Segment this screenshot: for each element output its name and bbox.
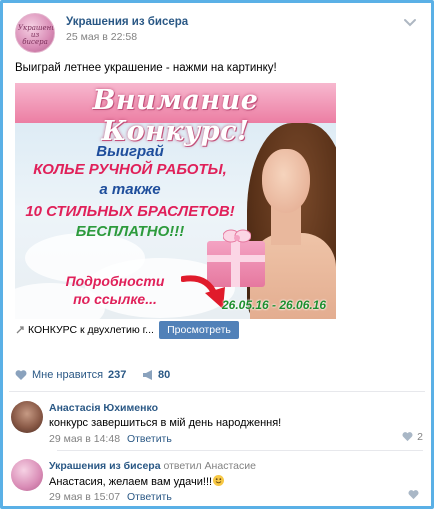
heart-icon — [408, 490, 419, 500]
likes-count[interactable]: 237 — [108, 369, 126, 381]
banner-title: Внимание Конкурс! — [92, 85, 259, 147]
banner-line-also: а также — [99, 181, 161, 198]
banner-details-line2: по ссылке... — [73, 291, 157, 307]
banner-line-win: Выиграй — [96, 143, 164, 160]
attached-link-title[interactable]: КОНКУРС к двухлетию г... — [28, 324, 154, 336]
reply-link[interactable]: Ответить — [127, 433, 172, 445]
comment-text: Анастасия, желаем вам удачи!!! — [49, 475, 225, 488]
group-avatar[interactable]: Украшения из бисера — [15, 13, 55, 53]
comment-divider — [57, 450, 423, 451]
contest-banner-image[interactable]: Внимание Конкурс! Выиграй КОЛЬЕ РУЧНОЙ Р… — [15, 83, 336, 319]
comment-like[interactable]: 2 — [402, 431, 423, 443]
banner-dates: 26.05.16 - 26.06.16 — [222, 298, 327, 312]
attached-link-row: КОНКУРС к двухлетию г... Просмотреть — [15, 321, 419, 341]
commenter-avatar[interactable] — [11, 459, 43, 491]
comment-date[interactable]: 29 мая в 15:07 — [49, 491, 120, 503]
post-header: Украшения из бисера Украшения из бисера … — [15, 13, 419, 53]
reply-target[interactable]: ответил Анастасие — [163, 460, 255, 472]
commenter-name-link[interactable]: Украшения из бисера — [49, 460, 161, 472]
heart-icon[interactable] — [15, 369, 27, 381]
post-text: Выиграй летнее украшение - нажми на карт… — [15, 62, 277, 74]
like-button[interactable]: Мне нравится — [32, 369, 103, 381]
post-date[interactable]: 25 мая в 22:58 — [66, 31, 137, 43]
comment: Анастасія Юхименко конкурс завершиться в… — [11, 401, 423, 451]
group-name-link[interactable]: Украшения из бисера — [66, 16, 188, 28]
heart-icon — [402, 432, 413, 442]
commenter-avatar[interactable] — [11, 401, 43, 433]
comment-likes-count: 2 — [417, 431, 423, 443]
avatar-label: Украшения из бисера — [18, 24, 54, 46]
smile-emoji-icon — [213, 475, 225, 486]
shares-count[interactable]: 80 — [158, 369, 170, 381]
banner-line-necklace: КОЛЬЕ РУЧНОЙ РАБОТЫ, — [33, 161, 227, 178]
view-button[interactable]: Просмотреть — [159, 321, 239, 339]
reply-link[interactable]: Ответить — [127, 491, 172, 503]
comment-date[interactable]: 29 мая в 14:48 — [49, 433, 120, 445]
girl-face — [262, 149, 310, 213]
post-card: Украшения из бисера Украшения из бисера … — [0, 0, 434, 509]
reactions-divider — [9, 391, 425, 392]
comment-meta: 29 мая в 14:48 Ответить — [49, 433, 172, 445]
banner-details-line1: Подробности — [65, 273, 165, 289]
comment-text-content: Анастасия, желаем вам удачи!!! — [49, 476, 213, 488]
share-megaphone-icon[interactable] — [142, 369, 154, 381]
banner-line-free: БЕСПЛАТНО!!! — [75, 223, 185, 240]
link-icon — [16, 326, 24, 334]
comment-meta: 29 мая в 15:07 Ответить — [49, 491, 172, 503]
comment-text: конкурс завершиться в мій день народженн… — [49, 417, 282, 429]
chevron-down-icon[interactable] — [403, 17, 417, 27]
post-reactions: Мне нравится 237 80 — [15, 368, 419, 384]
comment-like[interactable] — [408, 489, 423, 501]
commenter-name[interactable]: Анастасія Юхименко — [49, 402, 158, 414]
banner-title-bar: Внимание Конкурс! — [15, 83, 336, 147]
commenter-name: Украшения из бисера ответил Анастасие — [49, 460, 256, 472]
banner-line-bracelets: 10 СТИЛЬНЫХ БРАСЛЕТОВ! — [25, 203, 235, 220]
comment: Украшения из бисера ответил Анастасие Ан… — [11, 459, 423, 506]
